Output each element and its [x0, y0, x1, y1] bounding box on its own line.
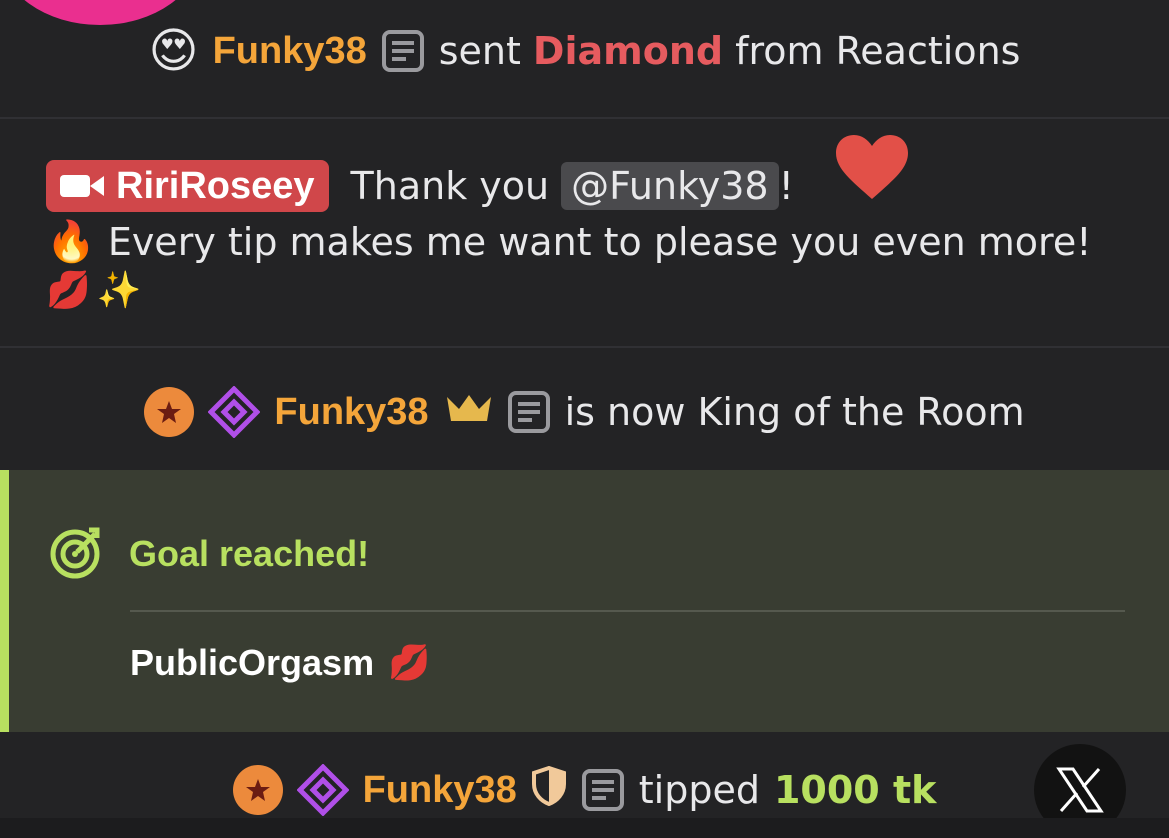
chat-message: RiriRoseey Thank you @Funky38 ! 🔥 Every …: [46, 134, 1129, 311]
king-event: Funky38 is now King of the Room: [0, 380, 1169, 444]
diamond-badge-icon: [208, 386, 261, 438]
kiss-emoji-icon: 💋: [388, 644, 431, 682]
heart-icon: [834, 133, 910, 210]
notes-icon[interactable]: [581, 768, 625, 812]
author-badge[interactable]: RiriRoseey: [46, 160, 329, 212]
sparkles-emoji-icon: ✨: [96, 270, 142, 311]
shield-icon: [531, 765, 567, 815]
kiss-emoji-icon: 💋: [46, 270, 91, 311]
target-icon: [49, 524, 105, 584]
king-text: is now King of the Room: [564, 390, 1025, 434]
goal-title: Goal reached!: [129, 533, 370, 574]
heart-eyes-emoji-icon: 😍: [148, 23, 199, 79]
star-badge-icon: [232, 765, 283, 815]
author-name: RiriRoseey: [116, 164, 315, 207]
divider: [0, 346, 1169, 348]
from-text: from Reactions: [735, 29, 1021, 73]
notes-icon[interactable]: [381, 29, 425, 73]
reaction-event: 😍 Funky38 sent Diamond from Reactions: [0, 20, 1169, 82]
x-logo-icon: [1056, 767, 1104, 813]
notes-icon[interactable]: [507, 390, 551, 434]
fire-emoji-icon: 🔥: [46, 219, 96, 265]
sent-text: sent: [438, 29, 521, 73]
goal-reached-card: Goal reached! PublicOrgasm 💋: [0, 470, 1169, 732]
tipped-text: tipped: [638, 768, 760, 812]
tip-amount: 1000 tk: [773, 768, 937, 812]
goal-name: PublicOrgasm: [130, 642, 375, 683]
bottom-bar: [0, 818, 1169, 838]
diamond-badge-icon: [296, 764, 349, 816]
divider: [0, 117, 1169, 119]
thank-text: Thank you: [350, 164, 550, 208]
mention[interactable]: @Funky38: [561, 162, 779, 210]
message-text: Every tip makes me want to please you ev…: [107, 219, 1092, 264]
goal-divider: [130, 610, 1125, 612]
video-camera-icon: [60, 175, 104, 197]
crown-icon: [445, 390, 493, 434]
tip-event: Funky38 tipped 1000 tk: [0, 758, 1169, 822]
star-badge-icon: [144, 387, 195, 437]
username[interactable]: Funky38: [274, 391, 428, 434]
username[interactable]: Funky38: [363, 769, 517, 812]
gift-name: Diamond: [532, 29, 724, 73]
username[interactable]: Funky38: [213, 30, 367, 73]
exclaim: !: [778, 164, 794, 208]
